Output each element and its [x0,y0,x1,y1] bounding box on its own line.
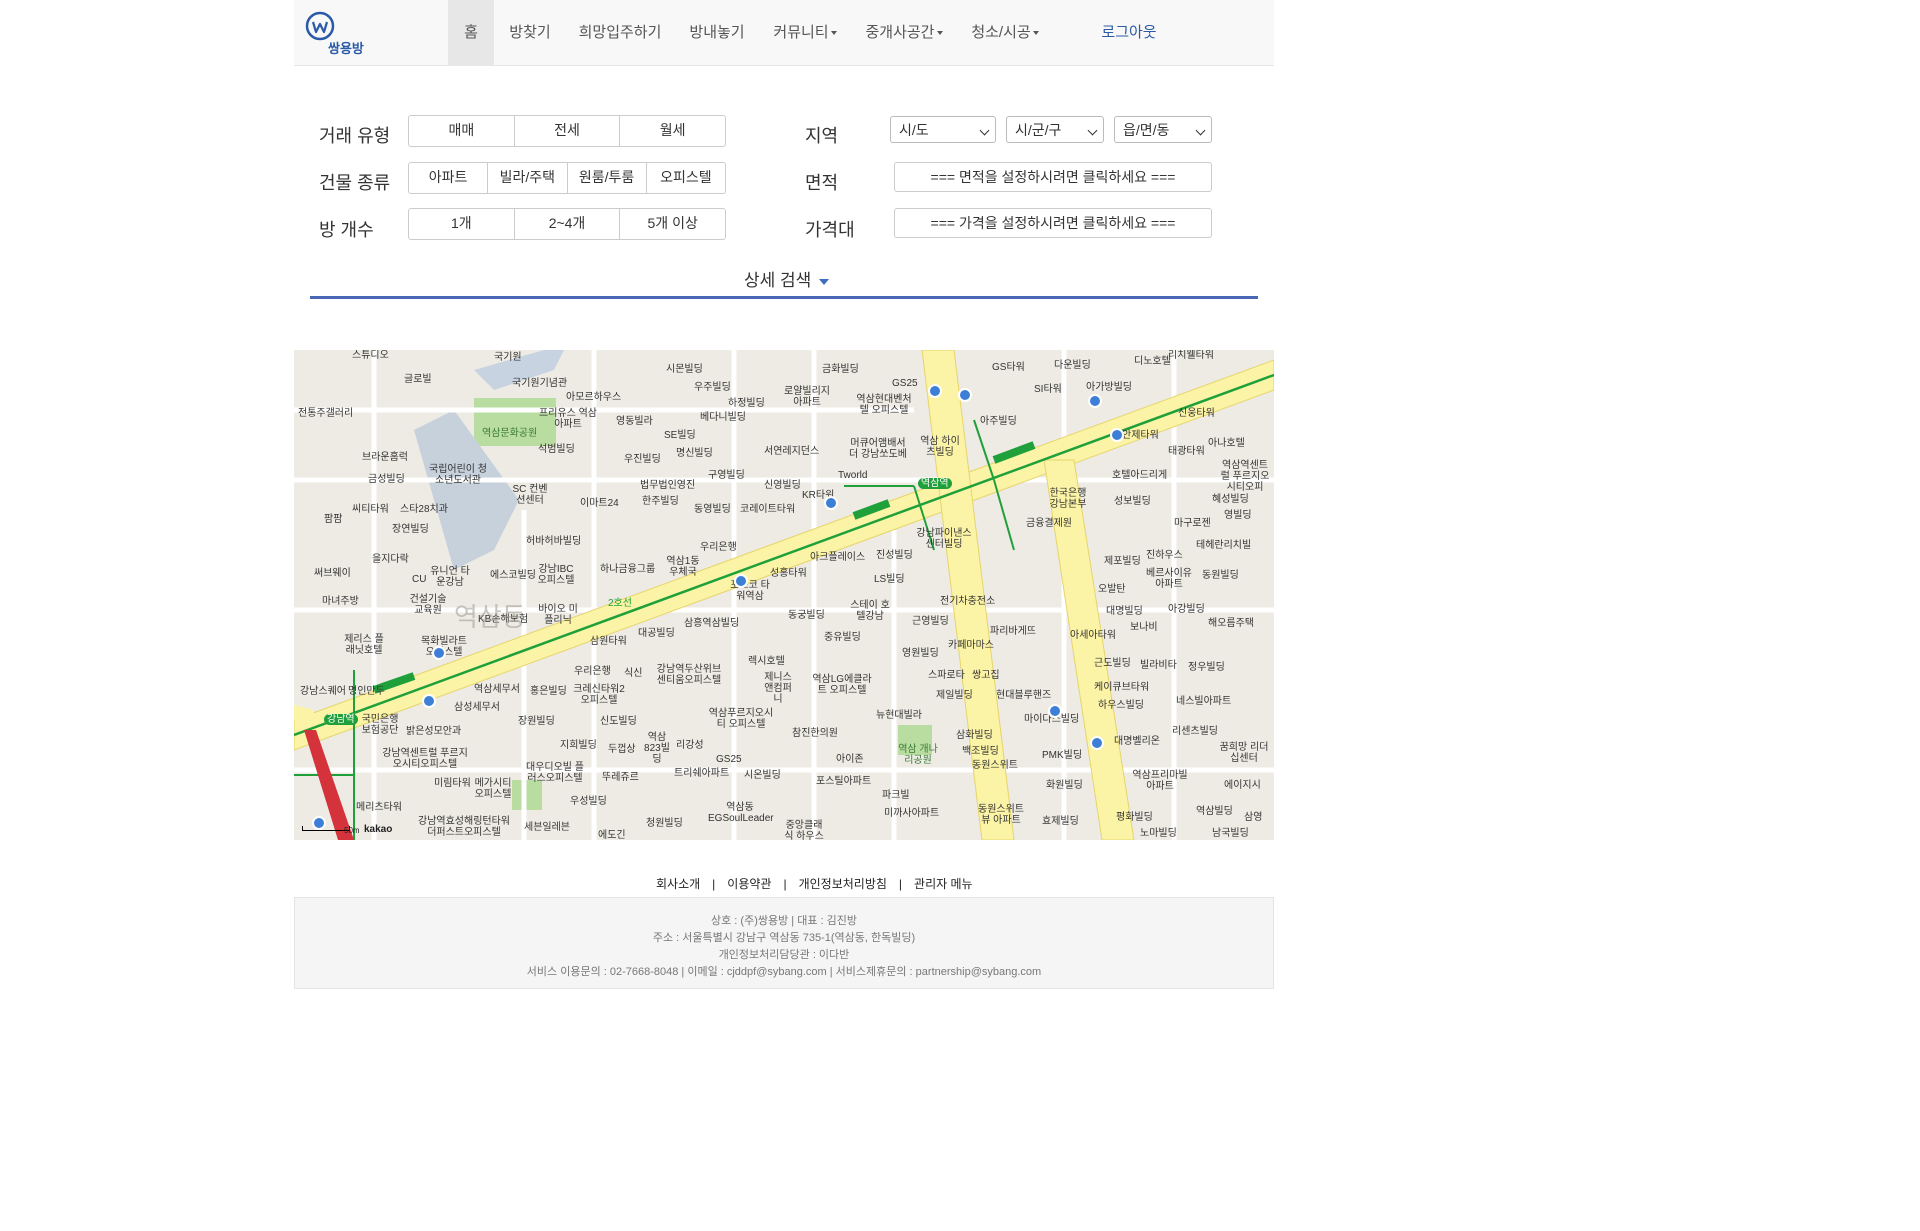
nav-cleaning[interactable]: 청소/시공 [968,0,1042,65]
bus-stop-icon[interactable] [1110,428,1124,442]
nav-home[interactable]: 홈 [448,0,494,65]
trade-option-monthly[interactable]: 월세 [620,116,725,146]
bus-stop-icon[interactable] [928,384,942,398]
nav-community[interactable]: 커뮤니티 [770,0,840,65]
room-count-group: 1개 2~4개 5개 이상 [408,208,726,240]
station-yeoksam[interactable]: 역삼역 [918,478,952,489]
caret-down-icon [819,278,830,285]
navbar: 쌍용방 홈 방찾기 희망입주하기 방내놓기 커뮤니티 중개사공간 청소/시공 로… [294,0,1274,66]
room-option-2-4[interactable]: 2~4개 [515,209,621,239]
chevron-down-icon [1032,31,1039,36]
room-option-1[interactable]: 1개 [409,209,515,239]
divider [310,296,1258,299]
footer-separator: | [783,877,787,891]
chevron-down-icon [979,125,990,136]
room-option-5plus[interactable]: 5개 이상 [620,209,725,239]
room-count-label: 방 개수 [319,220,374,240]
footer-link-company[interactable]: 회사소개 [656,877,700,891]
chevron-down-icon [830,31,837,36]
chevron-down-icon [1195,125,1206,136]
area-setting-button[interactable]: === 면적을 설정하시려면 클릭하세요 === [894,162,1212,192]
building-type-group: 아파트 빌라/주택 원룸/투룸 오피스텔 [408,162,726,194]
trade-type-group: 매매 전세 월세 [408,115,726,147]
chevron-down-icon [936,31,943,36]
bus-stop-icon[interactable] [824,496,838,510]
building-option-officetel[interactable]: 오피스텔 [647,163,725,193]
bus-stop-icon[interactable] [1090,736,1104,750]
map-scale-label: 50m [344,826,360,835]
footer-link-admin[interactable]: 관리자 메뉴 [914,877,973,891]
bus-stop-icon[interactable] [1088,394,1102,408]
trade-option-sale[interactable]: 매매 [409,116,515,146]
footer-address-line: 주소 : 서울특별시 강남구 역삼동 735-1(역삼동, 한독빌딩) [652,932,916,944]
price-label: 가격대 [805,220,855,240]
footer-separator: | [898,877,903,891]
bus-stop-icon[interactable] [1048,704,1062,718]
bus-stop-icon[interactable] [422,694,436,708]
footer-privacy-officer-line: 개인정보처리담당관 : 이다반 [718,949,850,961]
nav-find-room[interactable]: 방찾기 [502,0,558,65]
bus-stop-icon[interactable] [958,388,972,402]
kakao-logo: kakao [364,824,393,835]
area-label: 면적 [805,173,839,193]
nav-agent-space[interactable]: 중개사공간 [862,0,946,65]
logo-text: 쌍용방 [328,41,364,56]
sido-select[interactable]: 시/도 [890,116,996,143]
station-gangnam[interactable]: 강남역 [324,714,358,725]
map-scale-bar [302,826,350,831]
footer-info: 상호 : (주)쌍용방 | 대표 : 김진방 주소 : 서울특별시 강남구 역삼… [294,897,1274,989]
dong-select[interactable]: 읍/면/동 [1114,116,1212,143]
nav-list-room[interactable]: 방내놓기 [684,0,750,65]
footer-link-terms[interactable]: 이용약관 [727,877,771,891]
footer-company-line: 상호 : (주)쌍용방 | 대표 : 김진방 [711,915,857,927]
footer-separator: | [712,877,716,891]
footer-links: 회사소개 | 이용약관 | 개인정보처리방침 | 관리자 메뉴 [650,875,979,892]
footer-contact-line: 서비스 이용문의 : 02-7668-8048 | 이메일 : cjddpf@s… [526,966,1042,978]
logo[interactable]: 쌍용방 [304,10,374,56]
bus-stop-icon[interactable] [734,574,748,588]
nav-wish-move[interactable]: 희망입주하기 [576,0,664,65]
trade-option-jeonse[interactable]: 전세 [515,116,621,146]
building-type-label: 건물 종류 [319,173,391,193]
district-label: 역삼동 [454,602,526,632]
price-setting-button[interactable]: === 가격을 설정하시려면 클릭하세요 === [894,208,1212,238]
trade-type-label: 거래 유형 [319,126,391,146]
logout-link[interactable]: 로그아웃 [1094,0,1164,65]
building-option-oneroom[interactable]: 원룸/투룸 [568,163,647,193]
building-option-apartment[interactable]: 아파트 [409,163,489,193]
bus-stop-icon[interactable] [432,646,446,660]
footer-link-privacy[interactable]: 개인정보처리방침 [799,877,887,891]
line-label: 2호선 [608,598,632,609]
chevron-down-icon [1087,125,1098,136]
building-option-villa[interactable]: 빌라/주택 [488,163,568,193]
detail-search-toggle[interactable]: 상세 검색 [744,266,830,291]
sigungu-select[interactable]: 시/군/구 [1006,116,1104,143]
map[interactable]: 국기원 국기원기념관 아모르하우스 역삼문화공원 프리유스 역삼아파트 영동빌라… [294,350,1274,840]
region-label: 지역 [805,126,839,146]
